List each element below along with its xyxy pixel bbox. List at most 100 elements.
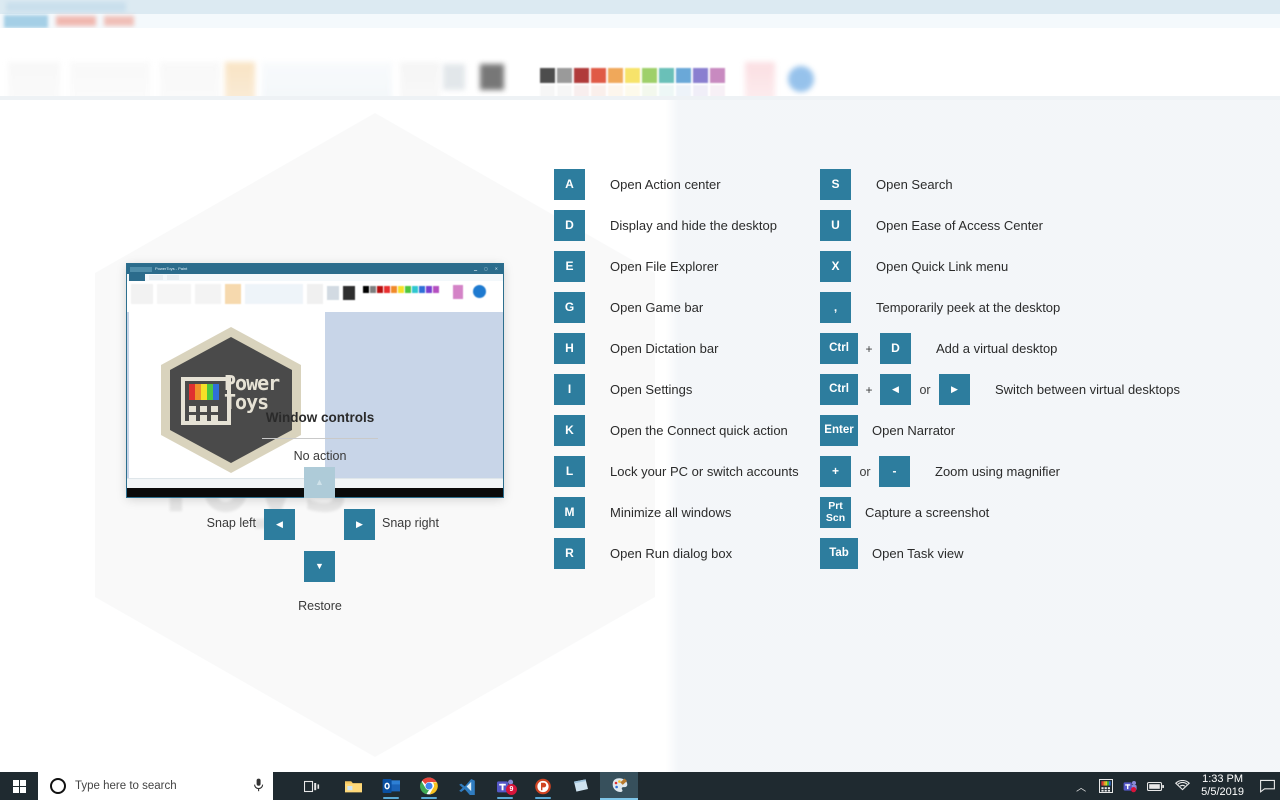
key-prt-scn[interactable]: Prt Scn	[820, 497, 851, 528]
key-u[interactable]: U	[820, 210, 851, 241]
shortcut-keys: K	[554, 415, 585, 446]
battery-icon[interactable]	[1147, 781, 1165, 792]
search-input[interactable]: Type here to search	[38, 772, 273, 800]
shortcut-keys: ,	[820, 292, 851, 323]
thumbnail-color-swatch	[433, 286, 439, 293]
shortcut-keys: E	[554, 251, 585, 282]
wifi-icon[interactable]	[1175, 780, 1191, 792]
teams-tray-icon[interactable]	[1123, 780, 1137, 793]
shortcut-guide-overlay: Power Toys PowerToys - Paint ▁ ◻ ✕	[0, 100, 1280, 772]
taskbar-app-sticky-notes[interactable]	[562, 772, 600, 800]
arrow-right-key[interactable]: ▶	[344, 509, 375, 540]
powertoys-tray-icon[interactable]	[1099, 779, 1114, 793]
windows-start-icon	[12, 779, 26, 793]
ribbon-group-brushes	[225, 62, 255, 100]
background-paint-app	[0, 0, 1280, 100]
action-center-button[interactable]	[1254, 772, 1280, 800]
key-ctrl[interactable]: Ctrl	[820, 333, 858, 364]
shortcut-column-left: A Open Action center D Display and hide the…	[554, 164, 799, 574]
shortcut-row: M Minimize all windows	[554, 492, 799, 533]
key-label-line: Prt	[828, 500, 843, 513]
key-m[interactable]: M	[554, 497, 585, 528]
key-l[interactable]: L	[554, 456, 585, 487]
taskbar-app-microsoft-teams[interactable]: 9	[486, 772, 524, 800]
window-controls-divider	[262, 438, 378, 439]
key-+[interactable]: +	[820, 456, 851, 487]
thumbnail-ribbon-group	[157, 284, 191, 304]
shortcut-description: Open Narrator	[872, 423, 956, 438]
key-separator-plus: +	[865, 382, 873, 397]
key-separator-or: or	[919, 382, 931, 397]
taskbar-app-paint[interactable]	[600, 772, 638, 800]
taskbar-app-outlook[interactable]	[372, 772, 410, 800]
ribbon-group-shapes	[262, 62, 392, 100]
taskbar-clock[interactable]: 1:33 PM 5/5/2019	[1201, 773, 1244, 799]
taskbar-app-powerpoint[interactable]	[524, 772, 562, 800]
arrow-down-key[interactable]: ▼	[304, 551, 335, 582]
arrow-left-icon: ◀	[276, 519, 283, 529]
key-enter[interactable]: Enter	[820, 415, 858, 446]
key-◀[interactable]: ◀	[880, 374, 911, 405]
snap-left-label: Snap left	[206, 516, 256, 530]
arrow-left-key[interactable]: ◀	[264, 509, 295, 540]
shortcut-description: Lock your PC or switch accounts	[610, 464, 799, 479]
key-tab[interactable]: Tab	[820, 538, 858, 569]
color-swatch	[591, 68, 606, 83]
key-g[interactable]: G	[554, 292, 585, 323]
thumbnail-color-swatch	[384, 286, 390, 293]
tab-view	[104, 16, 134, 26]
color-swatch	[625, 68, 640, 83]
taskbar-app-chrome[interactable]	[410, 772, 448, 800]
taskbar-app-file-explorer[interactable]	[334, 772, 372, 800]
shortcut-keys: H	[554, 333, 585, 364]
key-i[interactable]: I	[554, 374, 585, 405]
windows-taskbar: Type here to search 9 ︿ 1:33 PM 5/5/2019	[0, 772, 1280, 800]
taskbar-app-vscode[interactable]	[448, 772, 486, 800]
thumbnail-color-swatch	[412, 286, 418, 293]
thumbnail-tab-view	[167, 275, 179, 280]
shortcut-description: Open File Explorer	[610, 259, 719, 274]
start-button[interactable]	[0, 772, 38, 800]
thumbnail-color-swatch	[391, 286, 397, 293]
shortcut-description: Open Run dialog box	[610, 546, 733, 561]
shortcut-keys: I	[554, 374, 585, 405]
key-d[interactable]: D	[880, 333, 911, 364]
thumbnail-color1	[327, 286, 339, 300]
thumbnail-color-swatch	[377, 286, 383, 293]
shortcut-keys: X	[820, 251, 851, 282]
task-view-button[interactable]	[298, 772, 326, 800]
shortcut-keys: U	[820, 210, 851, 241]
key-s[interactable]: S	[820, 169, 851, 200]
shortcut-keys: R	[554, 538, 585, 569]
arrow-up-key[interactable]: ▲	[304, 467, 335, 498]
key--[interactable]: -	[879, 456, 910, 487]
key-h[interactable]: H	[554, 333, 585, 364]
thumbnail-color-swatch	[419, 286, 425, 293]
key-k[interactable]: K	[554, 415, 585, 446]
shortcut-row: I Open Settings	[554, 369, 799, 410]
shortcut-keys: + or -	[820, 456, 910, 487]
key-r[interactable]: R	[554, 538, 585, 569]
window-controls-down-label: Restore	[298, 599, 342, 613]
key-▶[interactable]: ▶	[939, 374, 970, 405]
key-d[interactable]: D	[554, 210, 585, 241]
key-e[interactable]: E	[554, 251, 585, 282]
shortcut-description: Display and hide the desktop	[610, 218, 777, 233]
color-swatch	[710, 68, 725, 83]
key-ctrl[interactable]: Ctrl	[820, 374, 858, 405]
shortcut-keys: D	[554, 210, 585, 241]
key-x[interactable]: X	[820, 251, 851, 282]
thumbnail-tab-home	[149, 275, 163, 280]
action-center-icon	[1259, 779, 1275, 793]
shortcut-keys: Prt Scn	[820, 497, 851, 528]
key-,[interactable]: ,	[820, 292, 851, 323]
shortcut-description: Open Ease of Access Center	[876, 218, 1043, 233]
show-hidden-icons-chevron[interactable]: ︿	[1076, 779, 1086, 794]
running-indicator	[421, 797, 437, 799]
running-indicator	[535, 797, 551, 799]
thumbnail-ribbon	[127, 281, 503, 313]
microphone-icon[interactable]	[253, 778, 264, 795]
shortcut-description: Open Settings	[610, 382, 693, 397]
taskbar-app-icons: 9	[334, 772, 638, 800]
key-a[interactable]: A	[554, 169, 585, 200]
